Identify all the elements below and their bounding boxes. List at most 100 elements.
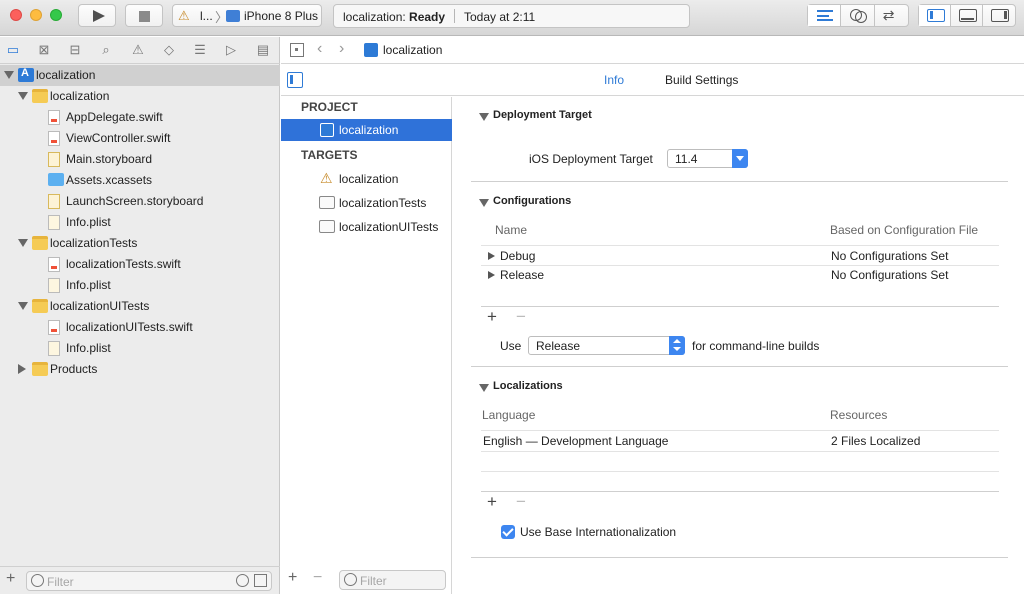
device-icon bbox=[226, 10, 240, 22]
related-items-icon[interactable] bbox=[290, 43, 304, 57]
tree-row[interactable]: Info.plist bbox=[0, 212, 280, 233]
test-icon[interactable]: ◇ bbox=[160, 42, 178, 58]
toggle-navigator-button[interactable] bbox=[919, 5, 952, 26]
tree-row[interactable]: Main.storyboard bbox=[0, 149, 280, 170]
navigator-filter-field[interactable]: Filter bbox=[26, 571, 272, 591]
toggle-debug-area-button[interactable] bbox=[951, 5, 984, 26]
remove-localization-button[interactable]: − bbox=[516, 492, 526, 512]
disclosure-open-icon[interactable] bbox=[4, 71, 14, 79]
minimize-window-button[interactable] bbox=[30, 9, 42, 21]
loc-language: English — Development Language bbox=[483, 434, 669, 448]
disclosure-open-icon[interactable] bbox=[18, 239, 28, 247]
section-disclosure-icon[interactable] bbox=[479, 384, 489, 392]
add-localization-button[interactable]: + bbox=[487, 492, 497, 512]
run-button[interactable] bbox=[78, 4, 116, 27]
tree-row[interactable]: localizationUITests bbox=[0, 296, 280, 317]
disclosure-open-icon[interactable] bbox=[18, 92, 28, 100]
filter-icon bbox=[344, 573, 357, 586]
disclosure-open-icon[interactable] bbox=[18, 302, 28, 310]
breakpoint-icon[interactable]: ▷ bbox=[222, 42, 240, 58]
add-configuration-button[interactable]: + bbox=[487, 307, 497, 327]
play-icon bbox=[93, 10, 105, 22]
tree-row[interactable]: ViewController.swift bbox=[0, 128, 280, 149]
base-internationalization-checkbox[interactable] bbox=[501, 525, 515, 539]
report-icon[interactable]: ▤ bbox=[254, 42, 272, 58]
sidebar-toggle-icon[interactable] bbox=[287, 72, 303, 88]
ios-deployment-target-value: 11.4 bbox=[675, 152, 698, 166]
tree-row[interactable]: Products bbox=[0, 359, 280, 380]
stop-button[interactable] bbox=[125, 4, 163, 27]
ios-deployment-target-popup[interactable]: 11.4 bbox=[667, 149, 748, 168]
scheme-selector[interactable]: ⚠︎ l... 〉 iPhone 8 Plus bbox=[172, 4, 322, 27]
targets-filter-field[interactable]: Filter bbox=[339, 570, 446, 590]
command-line-config-popup[interactable]: Release bbox=[528, 336, 685, 355]
section-disclosure-icon[interactable] bbox=[479, 199, 489, 207]
tree-row[interactable]: localization bbox=[0, 65, 280, 86]
debug-panel-icon bbox=[959, 9, 978, 22]
divider bbox=[481, 491, 999, 492]
tree-row[interactable]: Info.plist bbox=[0, 275, 280, 296]
tree-row[interactable]: Assets.xcassets bbox=[0, 170, 280, 191]
inspector-panel-icon bbox=[991, 9, 1010, 22]
target-item[interactable]: ⚠︎ localization bbox=[281, 168, 452, 190]
project-item-label: localization bbox=[339, 123, 399, 137]
zoom-window-button[interactable] bbox=[50, 9, 62, 21]
navigator-panel-icon bbox=[927, 9, 945, 22]
swift-file-icon bbox=[48, 131, 60, 146]
tab-build-settings[interactable]: Build Settings bbox=[665, 73, 738, 87]
folder-icon[interactable]: ▭ bbox=[4, 42, 22, 58]
ios-deployment-target-label: iOS Deployment Target bbox=[529, 152, 653, 166]
search-icon[interactable]: ⌕ bbox=[97, 42, 115, 58]
config-file: No Configurations Set bbox=[831, 249, 949, 263]
close-window-button[interactable] bbox=[10, 9, 22, 21]
jump-bar-file-name[interactable]: localization bbox=[383, 43, 442, 57]
tree-row[interactable]: LaunchScreen.storyboard bbox=[0, 191, 280, 212]
tree-row[interactable]: localizationTests bbox=[0, 233, 280, 254]
section-disclosure-icon[interactable] bbox=[479, 113, 489, 121]
debug-icon[interactable]: ☰ bbox=[191, 42, 209, 58]
version-editor-button[interactable]: ⇄ bbox=[875, 5, 908, 26]
warning-icon[interactable]: ⚠ bbox=[129, 42, 147, 58]
assets-icon bbox=[48, 173, 64, 186]
hierarchy-icon[interactable]: ⊟ bbox=[66, 42, 84, 58]
filter-icon bbox=[31, 574, 44, 587]
chevron-down-icon bbox=[732, 149, 748, 168]
tree-row[interactable]: AppDelegate.swift bbox=[0, 107, 280, 128]
assistant-editor-button[interactable] bbox=[841, 5, 875, 26]
remove-target-button[interactable]: − bbox=[313, 569, 322, 587]
source-control-icon[interactable]: ⊠ bbox=[35, 42, 53, 58]
recent-files-icon[interactable] bbox=[236, 574, 249, 587]
tree-row[interactable]: Info.plist bbox=[0, 338, 280, 359]
toolbar: ⚠︎ l... 〉 iPhone 8 Plus localization: Re… bbox=[0, 0, 1024, 36]
standard-editor-button[interactable] bbox=[808, 5, 842, 26]
target-item[interactable]: localizationTests bbox=[281, 192, 452, 214]
disclosure-icon[interactable] bbox=[488, 271, 495, 279]
navigator-tabs: ▭ ⊠ ⊟ ⌕ ⚠ ◇ ☰ ▷ ▤ bbox=[0, 37, 280, 64]
target-item[interactable]: localizationUITests bbox=[281, 216, 452, 238]
project-item[interactable]: localization bbox=[281, 119, 452, 141]
toggle-inspector-button[interactable] bbox=[983, 5, 1015, 26]
status-divider bbox=[454, 9, 455, 23]
disclosure-closed-icon[interactable] bbox=[18, 364, 26, 374]
tab-info[interactable]: Info bbox=[604, 73, 624, 87]
source-control-filter-icon[interactable] bbox=[254, 574, 267, 587]
target-label: localizationTests bbox=[339, 196, 427, 210]
remove-configuration-button[interactable]: − bbox=[516, 307, 526, 327]
tree-row[interactable]: localizationUITests.swift bbox=[0, 317, 280, 338]
tree-row-label: LaunchScreen.storyboard bbox=[66, 194, 204, 208]
targets-header: TARGETS bbox=[301, 148, 358, 162]
command-line-config-value: Release bbox=[536, 339, 581, 353]
disclosure-icon[interactable] bbox=[488, 252, 495, 260]
add-file-button[interactable]: + bbox=[6, 570, 15, 588]
tree-row[interactable]: localizationTests.swift bbox=[0, 254, 280, 275]
tree-row-label: Main.storyboard bbox=[66, 152, 153, 166]
base-internationalization-label: Use Base Internationalization bbox=[520, 525, 677, 539]
back-arrow-icon[interactable]: ‹ bbox=[317, 40, 322, 58]
tree-row-label: localizationUITests bbox=[50, 299, 150, 313]
tree-row[interactable]: localization bbox=[0, 86, 280, 107]
target-label: localization bbox=[339, 172, 399, 186]
add-target-button[interactable]: + bbox=[288, 569, 297, 587]
forward-arrow-icon[interactable]: › bbox=[339, 40, 344, 58]
target-label: localizationUITests bbox=[339, 220, 439, 234]
deployment-target-title: Deployment Target bbox=[493, 109, 592, 121]
